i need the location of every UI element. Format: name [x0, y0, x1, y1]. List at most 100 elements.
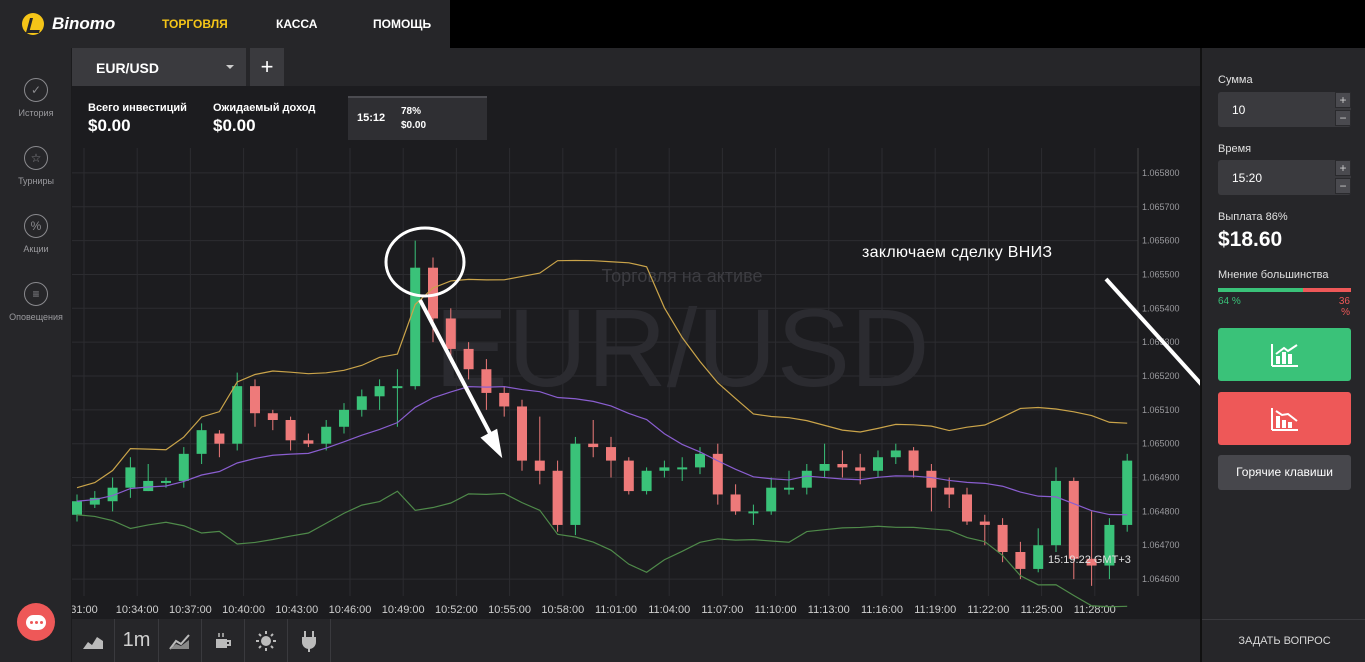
- x-tick-label: 10:43:00: [275, 604, 318, 616]
- x-tick-label: 10:58:00: [541, 604, 584, 616]
- nav-cashier[interactable]: КАССА: [276, 17, 317, 31]
- x-tick-label: 11:13:00: [808, 604, 850, 616]
- deal-card[interactable]: 15:12 78% $0.00: [348, 96, 487, 140]
- candle: [677, 467, 688, 470]
- drawing-tools-button[interactable]: [202, 619, 245, 662]
- candle: [819, 464, 830, 471]
- indicator-chart-icon: [169, 633, 190, 650]
- candle: [410, 267, 421, 387]
- star-badge-icon: ☆: [24, 146, 48, 170]
- check-circle-icon: ✓: [24, 78, 48, 102]
- x-tick-label: 11:16:00: [861, 604, 903, 616]
- candle: [837, 464, 848, 468]
- candle: [374, 386, 385, 397]
- candle: [606, 447, 616, 461]
- y-tick-label: 1.064800: [1142, 506, 1180, 516]
- highlight-circle: [384, 226, 466, 298]
- candle: [588, 443, 599, 448]
- candle: [890, 450, 901, 458]
- sidebar-item-label: Оповещения: [9, 312, 63, 322]
- asset-tabs-row: EUR/USD +: [72, 48, 1200, 86]
- timeframe-label: 1m: [122, 629, 151, 651]
- sum-increase-button[interactable]: +: [1335, 92, 1351, 108]
- time-label: Время: [1218, 143, 1252, 155]
- y-tick-label: 1.064700: [1142, 540, 1180, 550]
- candle: [748, 511, 759, 514]
- payout-value: $18.60: [1218, 228, 1283, 251]
- hotkeys-button[interactable]: Горячие клавиши: [1218, 455, 1351, 490]
- sidebar-item-promotions[interactable]: % Акции: [0, 214, 72, 254]
- time-input[interactable]: 15:20 + −: [1218, 160, 1351, 195]
- candle: [285, 420, 296, 441]
- sidebar-item-notifications[interactable]: ≡ Оповещения: [0, 282, 72, 322]
- y-tick-label: 1.064600: [1142, 574, 1180, 584]
- candle: [962, 494, 972, 522]
- total-investment-label: Всего инвестиций: [88, 102, 187, 114]
- candle: [712, 453, 723, 495]
- nav-help[interactable]: ПОМОЩЬ: [373, 17, 431, 31]
- add-asset-tab-button[interactable]: +: [250, 48, 284, 86]
- candle: [303, 440, 314, 444]
- y-tick-label: 1.064900: [1142, 473, 1180, 483]
- candle: [944, 487, 955, 495]
- trade-down-button[interactable]: [1218, 392, 1351, 445]
- x-tick-label: 10:46:00: [329, 604, 372, 616]
- time-increase-button[interactable]: +: [1335, 160, 1351, 176]
- chat-button[interactable]: [17, 603, 55, 641]
- sidebar-item-label: История: [18, 108, 54, 118]
- app-root: Binomo ТОРГОВЛЯ КАССА ПОМОЩЬ ✓ История ☆…: [0, 0, 1365, 662]
- candle: [695, 453, 705, 468]
- theme-toggle-button[interactable]: [245, 619, 288, 662]
- candle: [143, 480, 154, 492]
- watermark-title: EUR/USD: [434, 287, 929, 410]
- chart-type-button[interactable]: [72, 619, 115, 662]
- candle: [267, 413, 278, 420]
- nav-trading[interactable]: ТОРГОВЛЯ: [162, 17, 228, 31]
- candle: [659, 467, 670, 471]
- candle: [979, 521, 990, 525]
- annotation-text: заключаем сделку ВНИЗ: [862, 244, 1053, 261]
- sun-icon: [256, 630, 276, 651]
- deal-amount: $0.00: [401, 120, 427, 131]
- chart-up-icon: [1270, 343, 1298, 367]
- y-tick-label: 1.065000: [1142, 439, 1180, 449]
- sidebar-item-history[interactable]: ✓ История: [0, 78, 72, 118]
- sidebar-item-tournaments[interactable]: ☆ Турниры: [0, 146, 72, 186]
- sum-decrease-button[interactable]: −: [1335, 110, 1351, 126]
- timeframe-button[interactable]: 1m: [115, 619, 159, 662]
- y-tick-label: 1.065800: [1142, 168, 1180, 178]
- x-tick-label: 11:01:00: [595, 604, 637, 616]
- chat-icon: [26, 614, 46, 630]
- ask-question-button[interactable]: ЗАДАТЬ ВОПРОС: [1202, 619, 1365, 662]
- candle: [997, 524, 1008, 552]
- percent-icon: %: [24, 214, 48, 238]
- total-investment: Всего инвестиций $0.00: [88, 102, 187, 136]
- candle: [196, 430, 207, 454]
- majority-down-fill: [1303, 288, 1351, 292]
- logo[interactable]: Binomo: [22, 13, 115, 35]
- chevron-down-icon: [226, 65, 234, 69]
- logo-text: Binomo: [52, 14, 116, 33]
- candle: [570, 443, 581, 525]
- asset-tab-label: EUR/USD: [96, 60, 160, 76]
- sum-input[interactable]: 10 + −: [1218, 92, 1351, 127]
- trade-up-button[interactable]: [1218, 328, 1351, 381]
- candle: [178, 453, 189, 481]
- majority-up-fill: [1218, 288, 1304, 292]
- majority-up-percent: 64 %: [1218, 296, 1241, 307]
- expected-income-value: $0.00: [213, 116, 256, 135]
- candle: [623, 460, 634, 492]
- deal-percent: 78%: [401, 106, 422, 117]
- price-chart[interactable]: 31:00 10:34:00 10:37:00 10:40:00 10:43:00 10:…: [72, 86, 1200, 619]
- x-tick-label: 11:10:00: [755, 604, 797, 616]
- plugin-button[interactable]: [288, 619, 331, 662]
- asset-tab-eurusd[interactable]: EUR/USD: [72, 48, 246, 86]
- chart-clock: 15:19:22 GMT+3: [1048, 554, 1131, 566]
- candle: [445, 318, 456, 349]
- chart-toolbar: 1m: [72, 619, 1200, 662]
- area-chart-icon: [83, 636, 103, 649]
- candle: [481, 369, 492, 393]
- time-decrease-button[interactable]: −: [1335, 178, 1351, 194]
- annotation-arrow-line-right: [1104, 277, 1200, 386]
- indicators-button[interactable]: [159, 619, 202, 662]
